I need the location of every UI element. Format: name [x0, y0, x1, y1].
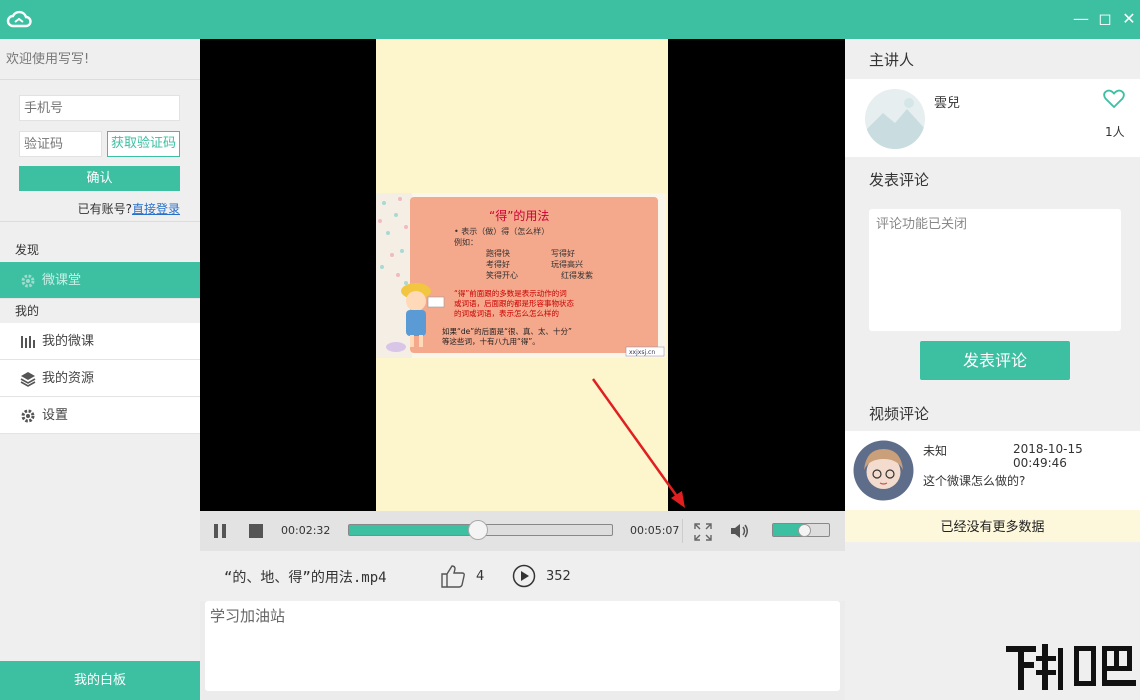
- slide-title: “得”的用法: [489, 208, 549, 223]
- title-bar: — ◻ ✕: [0, 0, 1140, 39]
- slide-ex2b: 玩得高兴: [551, 259, 583, 269]
- maximize-button[interactable]: ◻: [1095, 9, 1115, 29]
- get-code-button[interactable]: 获取验证码: [107, 131, 180, 157]
- play-count-icon: [512, 564, 536, 588]
- has-account-text: 已有账号?直接登录: [78, 200, 180, 217]
- slide-ex3a: 笑得开心: [486, 270, 518, 280]
- follower-count: 1人: [1105, 123, 1125, 140]
- slide-rule1: “得”前面跟的多数是表示动作的词: [454, 288, 567, 298]
- speaker-name: 雲兒: [934, 92, 960, 111]
- sidebar: 欢迎使用写写! 获取验证码 确认 已有账号?直接登录 发现 微课堂 我的 我的微…: [0, 39, 200, 700]
- video-info-bar: “的、地、得”的用法.mp4 4 352: [200, 551, 845, 601]
- confirm-button[interactable]: 确认: [19, 166, 180, 191]
- sidebar-item-label: 我的资源: [42, 371, 94, 386]
- video-comments-header: 视频评论: [845, 393, 929, 433]
- progress-handle[interactable]: [468, 520, 488, 540]
- slide-rule2: 或词语，后面跟的都是形容事物状态: [454, 298, 574, 308]
- post-comment-header: 发表评论: [845, 159, 1140, 199]
- direct-login-link[interactable]: 直接登录: [132, 202, 180, 216]
- slide-ex2a: 考得好: [486, 259, 510, 269]
- like-icon[interactable]: [440, 564, 466, 588]
- slide-example: 例如：: [454, 237, 478, 247]
- slide-rule5: 等这些词，十有八九用“得”。: [442, 336, 540, 346]
- total-time: 00:05:07: [630, 524, 679, 537]
- slide-rule3: 的词或词语，表示怎么怎么样的: [454, 308, 559, 318]
- video-filename: “的、地、得”的用法.mp4: [224, 567, 387, 587]
- slide-ex1a: 跑得快: [486, 248, 510, 258]
- sidebar-item-micro-class[interactable]: 微课堂: [0, 262, 200, 299]
- progress-fill: [349, 525, 478, 535]
- site-watermark-logo: [1002, 640, 1140, 700]
- gear-icon: [20, 408, 36, 424]
- like-count: 4: [476, 569, 484, 584]
- volume-icon[interactable]: [730, 522, 750, 540]
- my-whiteboard-button[interactable]: 我的白板: [0, 661, 200, 700]
- section-discover: 发现: [0, 238, 200, 262]
- slide-content: “得”的用法 • 表示（做）得（怎么样） 例如： 跑得快 写得好 考得好 玩得高…: [376, 193, 666, 358]
- video-slide: “得”的用法 • 表示（做）得（怎么样） 例如： 跑得快 写得好 考得好 玩得高…: [376, 193, 666, 358]
- post-comment-button[interactable]: 发表评论: [920, 341, 1070, 380]
- video-description: 学习加油站: [205, 601, 840, 691]
- slide-ex1b: 写得好: [551, 248, 575, 258]
- gear-icon: [20, 273, 36, 289]
- slide-source: xxjxsj.cn: [629, 349, 655, 356]
- commenter-avatar[interactable]: [853, 440, 914, 501]
- heart-icon[interactable]: [1103, 89, 1125, 109]
- sidebar-item-my-courses[interactable]: 我的微课: [0, 323, 200, 360]
- stop-icon[interactable]: [248, 523, 264, 539]
- slide-rule4: 如果“de”的后面是“很、真、太、十分”: [442, 326, 572, 336]
- section-mine: 我的: [0, 299, 200, 323]
- sidebar-item-my-resources[interactable]: 我的资源: [0, 360, 200, 397]
- speaker-card: 雲兒 1人: [845, 79, 1140, 157]
- no-more-data: 已经没有更多数据: [845, 510, 1140, 542]
- speaker-header: 主讲人: [845, 39, 1140, 79]
- sidebar-item-settings[interactable]: 设置: [0, 397, 200, 434]
- sidebar-item-label: 设置: [42, 408, 68, 423]
- login-form: 获取验证码 确认 已有账号?直接登录: [0, 80, 200, 222]
- slide-ex3b: 红得发紫: [561, 270, 593, 280]
- fullscreen-icon[interactable]: [694, 523, 712, 541]
- comment-user: 未知: [923, 442, 947, 459]
- slide-line1: • 表示（做）得（怎么样）: [454, 226, 549, 236]
- layers-icon: [20, 371, 36, 387]
- comment-time: 2018-10-15 00:49:46: [1013, 442, 1140, 470]
- minimize-button[interactable]: —: [1071, 9, 1091, 29]
- current-time: 00:02:32: [281, 524, 330, 537]
- player-controls: 00:02:32 00:05:07: [200, 511, 845, 551]
- code-input[interactable]: [19, 131, 102, 157]
- close-button[interactable]: ✕: [1119, 9, 1139, 29]
- phone-input[interactable]: [19, 95, 180, 121]
- comment-item: 未知 2018-10-15 00:49:46 这个微课怎么做的?: [845, 431, 1140, 510]
- play-count: 352: [546, 569, 571, 584]
- progress-bar[interactable]: [348, 524, 613, 536]
- right-panel: 主讲人 雲兒 1人 发表评论 评论功能已关闭 发表评论 视频评论 未知 2018…: [845, 39, 1140, 700]
- sidebar-item-label: 我的微课: [42, 334, 94, 349]
- speaker-avatar[interactable]: [865, 89, 925, 149]
- comment-text: 这个微课怎么做的?: [923, 472, 1025, 489]
- cloud-logo-icon: [6, 8, 32, 30]
- welcome-text: 欢迎使用写写!: [0, 39, 200, 80]
- volume-handle[interactable]: [798, 524, 811, 537]
- sidebar-item-label: 微课堂: [42, 273, 81, 288]
- annotation-arrow: [585, 374, 695, 514]
- video-player[interactable]: “得”的用法 • 表示（做）得（怎么样） 例如： 跑得快 写得好 考得好 玩得高…: [200, 39, 845, 511]
- bars-icon: [20, 334, 36, 350]
- pause-icon[interactable]: [213, 523, 227, 539]
- has-account-label: 已有账号?: [78, 202, 132, 216]
- comment-input[interactable]: 评论功能已关闭: [869, 209, 1121, 331]
- volume-slider[interactable]: [772, 523, 830, 537]
